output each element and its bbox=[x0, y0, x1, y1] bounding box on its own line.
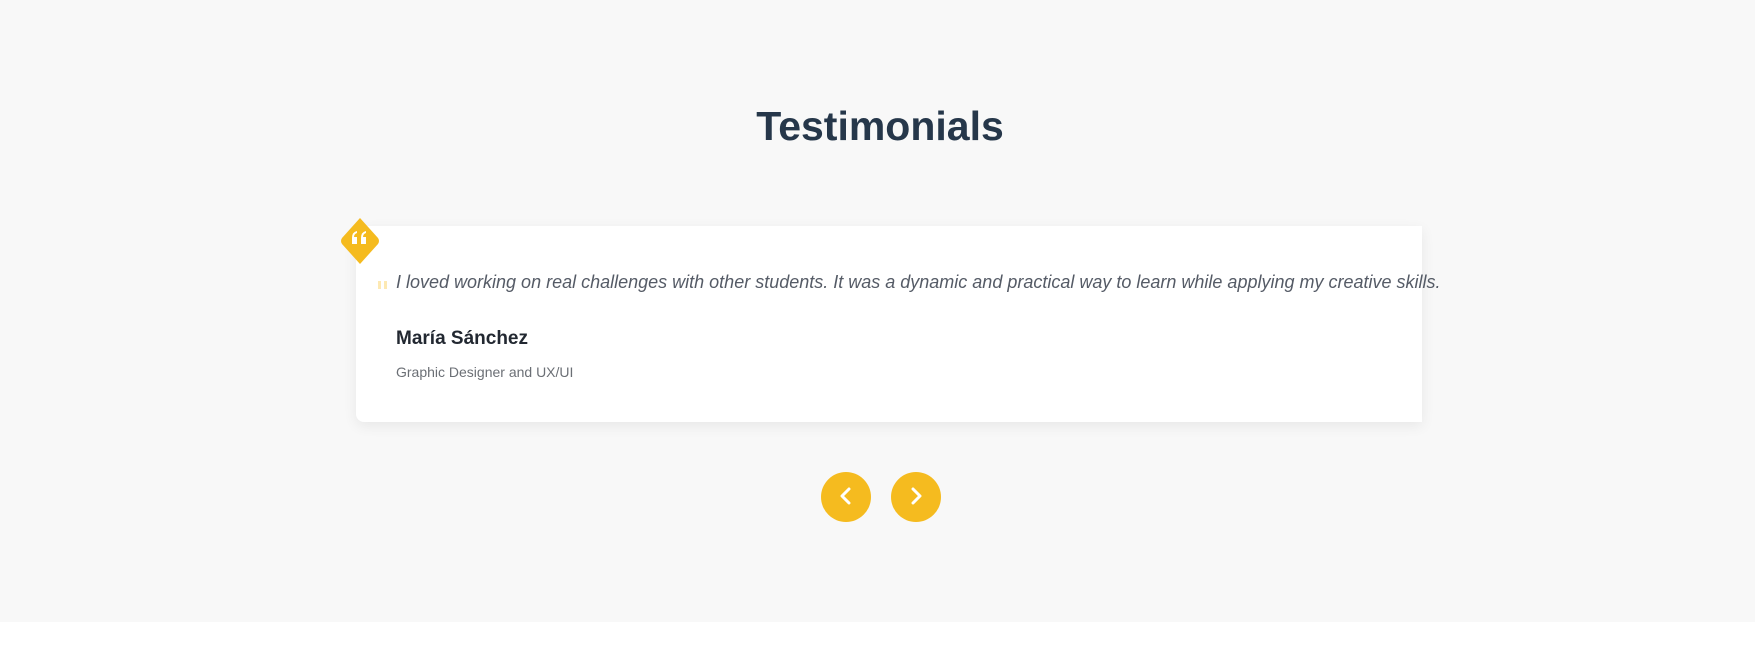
previous-button[interactable] bbox=[821, 472, 871, 522]
next-button[interactable] bbox=[891, 472, 941, 522]
author-role: Graphic Designer and UX/UI bbox=[396, 364, 574, 380]
quote-icon bbox=[340, 217, 380, 265]
testimonial-quote: I loved working on real challenges with … bbox=[396, 272, 1441, 292]
testimonials-section: Testimonials I loved working on real cha… bbox=[0, 0, 1755, 622]
testimonial-card bbox=[356, 226, 1422, 422]
chevron-right-icon bbox=[908, 487, 924, 508]
open-quote-icon bbox=[377, 278, 389, 290]
section-title: Testimonials bbox=[756, 103, 1004, 149]
chevron-left-icon bbox=[838, 487, 854, 508]
author-name: María Sánchez bbox=[396, 328, 528, 349]
